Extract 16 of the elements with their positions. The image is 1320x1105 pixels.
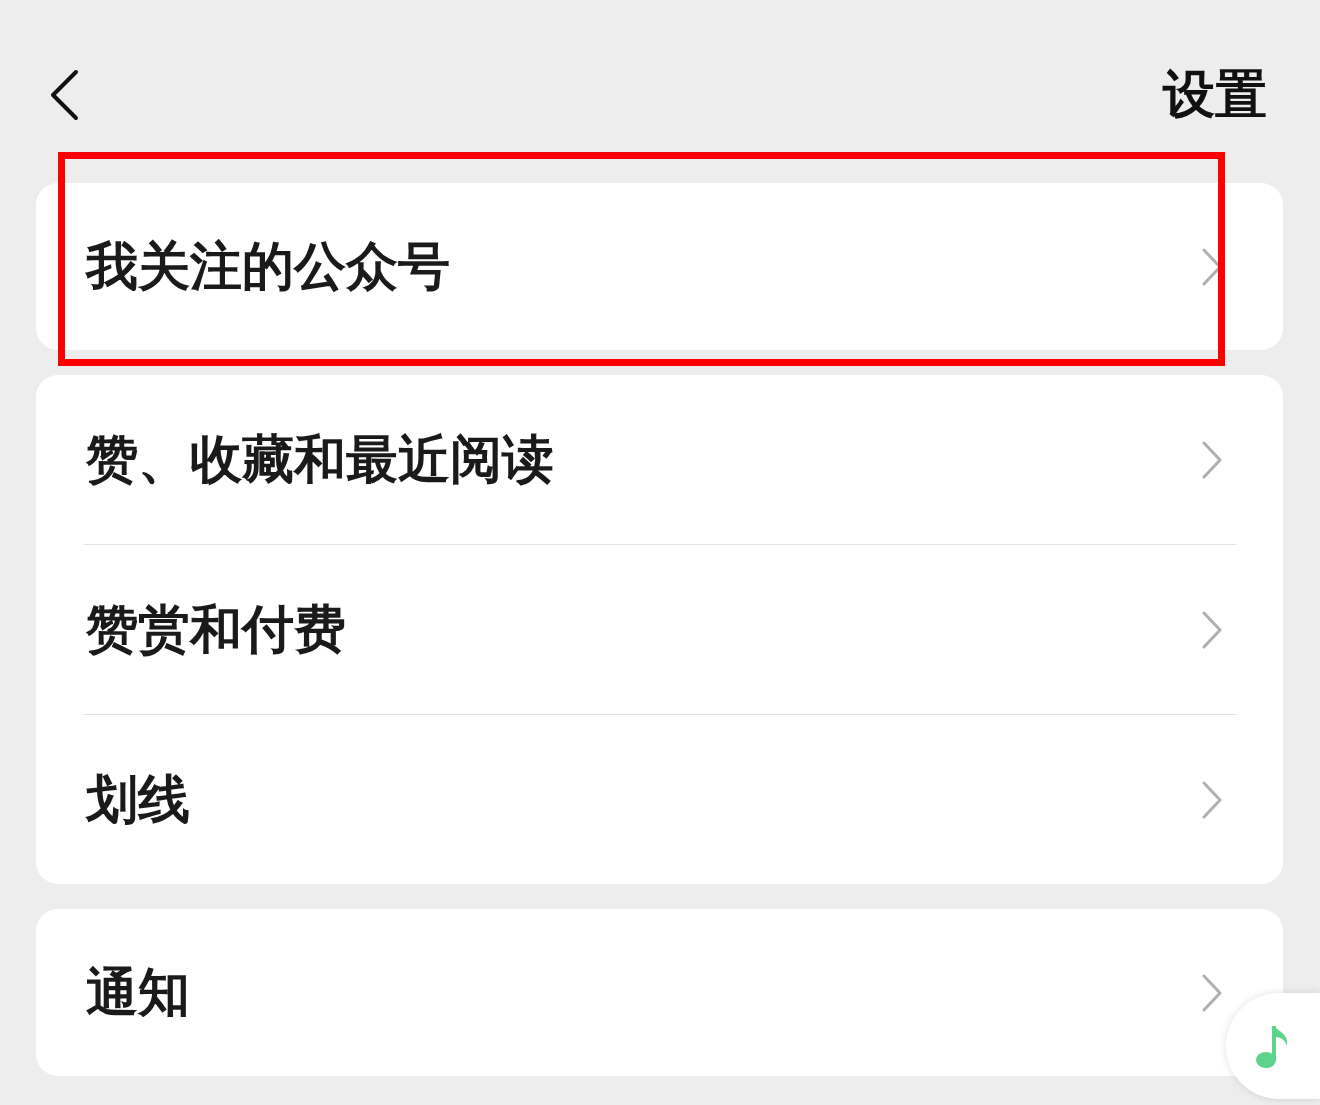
settings-row[interactable]: 划线 bbox=[36, 715, 1223, 884]
chevron-right-icon bbox=[1201, 610, 1223, 649]
row-label: 我关注的公众号 bbox=[86, 234, 450, 298]
chevron-right-icon bbox=[1201, 973, 1223, 1012]
row-label: 通知 bbox=[86, 960, 190, 1024]
settings-row[interactable]: 通知 bbox=[36, 909, 1223, 1076]
settings-row[interactable]: 我关注的公众号 bbox=[36, 183, 1223, 350]
chevron-right-icon bbox=[1201, 780, 1223, 819]
chevron-right-icon bbox=[1201, 440, 1223, 479]
row-label: 赞、收藏和最近阅读 bbox=[86, 427, 554, 491]
row-label: 赞赏和付费 bbox=[86, 597, 346, 661]
page-title: 设置 bbox=[1163, 66, 1267, 124]
row-label: 划线 bbox=[86, 767, 190, 831]
settings-row[interactable]: 赞、收藏和最近阅读 bbox=[36, 375, 1223, 544]
settings-row[interactable]: 赞赏和付费 bbox=[36, 545, 1223, 714]
back-button[interactable] bbox=[48, 69, 80, 121]
